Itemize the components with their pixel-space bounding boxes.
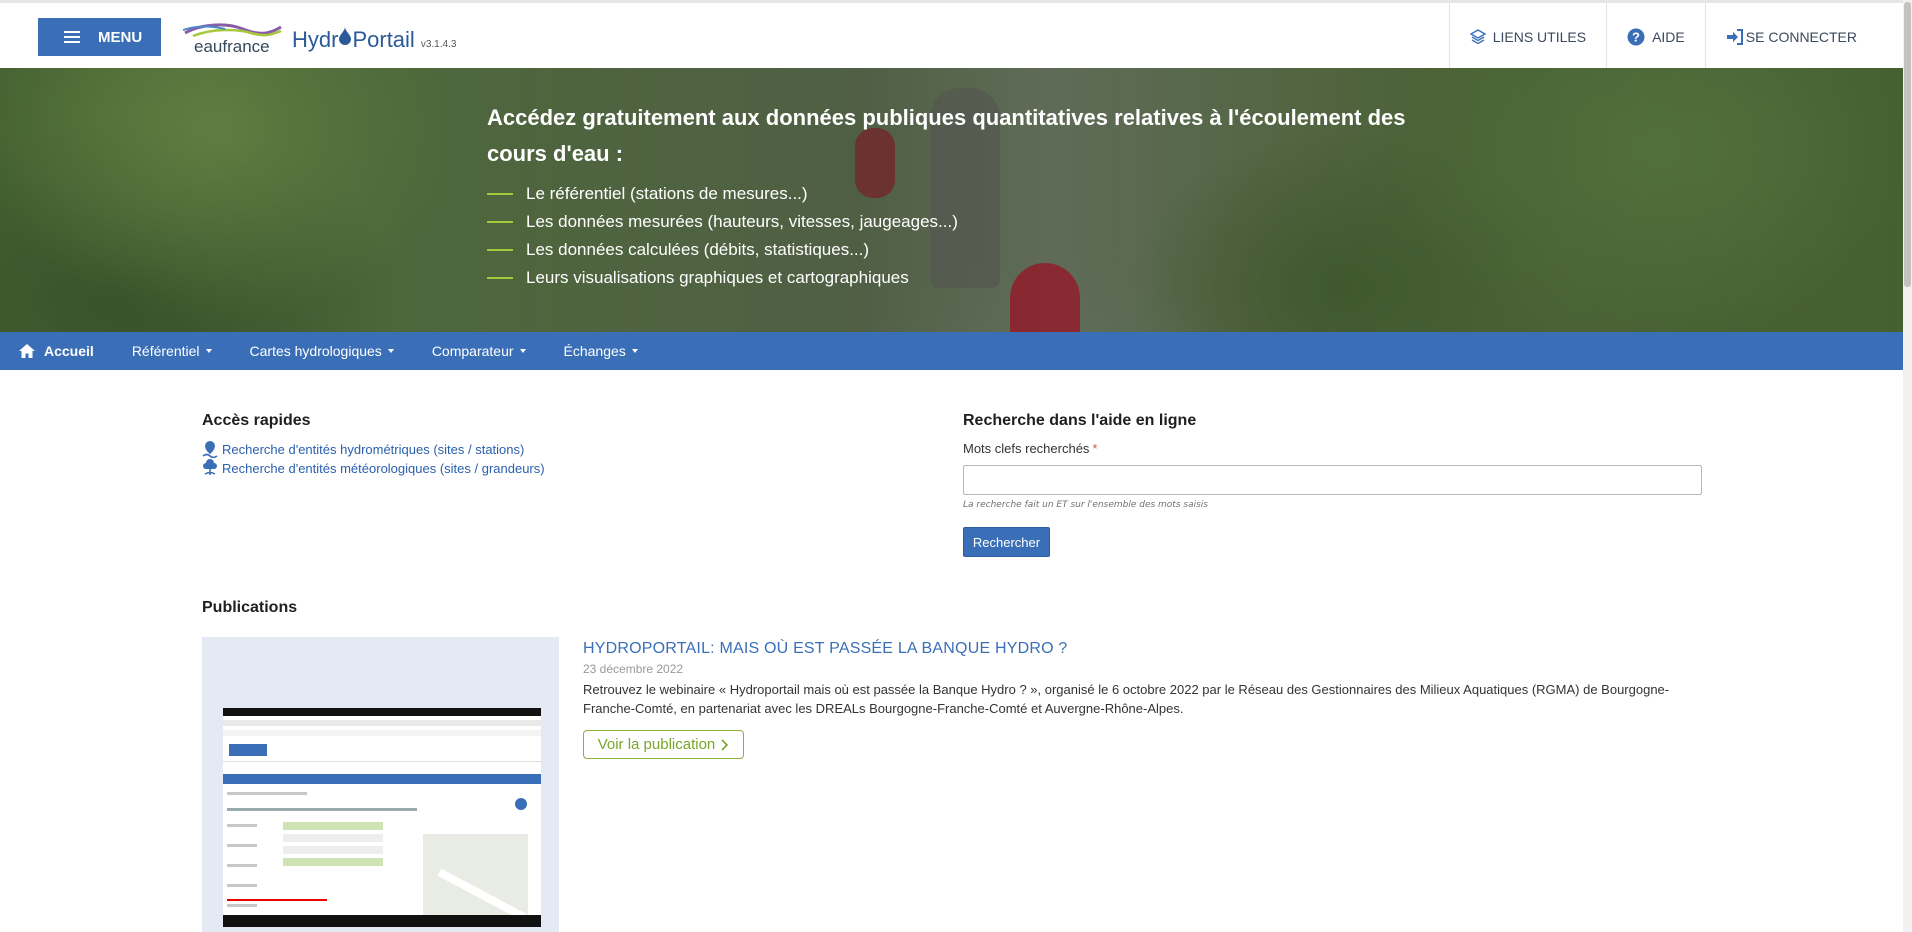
nav-item-label: Cartes hydrologiques — [249, 343, 382, 359]
help-button[interactable]: ? AIDE — [1606, 3, 1705, 71]
video-frame-detail — [283, 858, 383, 866]
banner-heading: Accédez gratuitement aux données publiqu… — [487, 105, 1406, 166]
caret-down-icon — [519, 349, 526, 353]
video-frame-detail — [227, 904, 257, 907]
caret-down-icon — [631, 349, 638, 353]
keywords-label-text: Mots clefs recherchés — [963, 441, 1090, 456]
water-drop-icon — [339, 25, 352, 45]
search-help-note: La recherche fait un ET sur l'ensemble d… — [963, 500, 1208, 510]
video-frame-detail — [223, 774, 541, 784]
login-button[interactable]: SE CONNECTER — [1704, 3, 1903, 71]
hamburger-icon — [64, 31, 80, 43]
video-frame-detail — [283, 846, 383, 854]
banner-list-item: Les données calculées (débits, statistiq… — [487, 236, 958, 264]
nav-item-label: Comparateur — [431, 343, 514, 359]
version-label: v3.1.4.3 — [420, 39, 457, 50]
nav-item-label: Référentiel — [131, 343, 200, 359]
nav-item-referentiel[interactable]: Référentiel — [132, 343, 212, 359]
nav-item-accueil[interactable]: Accueil — [18, 343, 94, 359]
publications-title: Publications — [202, 599, 298, 616]
dash-icon — [487, 277, 513, 279]
video-frame-detail — [283, 822, 383, 830]
chevron-right-icon — [721, 738, 729, 751]
caret-down-icon — [205, 349, 212, 353]
nav-item-cartes-hydrologiques[interactable]: Cartes hydrologiques — [250, 343, 394, 359]
video-frame-detail — [223, 720, 541, 726]
useful-links-button[interactable]: LIENS UTILES — [1448, 3, 1606, 71]
sign-in-icon — [1726, 29, 1744, 45]
quick-link-label: Recherche d'entités météorologiques (sit… — [222, 460, 545, 476]
nav-item-label: Échanges — [563, 343, 626, 359]
keywords-input[interactable] — [963, 465, 1702, 495]
help-search-title: Recherche dans l'aide en ligne — [963, 412, 1197, 429]
cloud-marker-icon — [202, 459, 218, 477]
banner-item-text: Les données calculées (débits, statistiq… — [526, 240, 870, 259]
hydroportail-logo-text-b: Portail — [352, 27, 415, 52]
video-frame-detail — [227, 824, 257, 827]
map-marker-icon — [202, 440, 218, 458]
view-publication-button[interactable]: Voir la publication — [583, 730, 744, 759]
login-label: SE CONNECTER — [1745, 29, 1857, 45]
quick-link-hydrometric[interactable]: Recherche d'entités hydrométriques (site… — [202, 440, 524, 458]
question-circle-icon: ? — [1627, 28, 1645, 46]
quick-access-title: Accès rapides — [202, 412, 311, 429]
video-frame-detail — [227, 808, 417, 811]
help-label: AIDE — [1652, 29, 1685, 45]
layers-icon — [1469, 29, 1486, 45]
video-frame-detail — [227, 884, 257, 887]
eaufrance-logo[interactable]: eaufrance — [183, 21, 283, 57]
video-progress-bar[interactable] — [227, 899, 327, 901]
video-frame-detail — [227, 844, 257, 847]
video-frame-detail — [223, 730, 541, 736]
publication-title-link[interactable]: HYDROPORTAIL: MAIS OÙ EST PASSÉE LA BANQ… — [583, 640, 1068, 658]
quick-link-label: Recherche d'entités hydrométriques (site… — [222, 441, 525, 457]
home-icon — [18, 343, 36, 359]
keywords-label: Mots clefs recherchés * — [963, 441, 1098, 456]
video-frame-detail — [423, 834, 528, 915]
nav-item-echanges[interactable]: Échanges — [564, 343, 638, 359]
required-mark: * — [1092, 441, 1098, 456]
hero-banner: Accédez gratuitement aux données publiqu… — [0, 68, 1903, 332]
video-frame-detail — [227, 792, 307, 795]
banner-list-item: Leurs visualisations graphiques et carto… — [487, 264, 958, 292]
hydroportail-logo[interactable]: Hydr Portail v3.1.4.3 — [292, 27, 456, 53]
quick-link-meteorological[interactable]: Recherche d'entités météorologiques (sit… — [202, 459, 545, 477]
banner-item-text: Leurs visualisations graphiques et carto… — [526, 268, 909, 287]
banner-list: Le référentiel (stations de mesures...) … — [487, 180, 958, 292]
video-frame-detail — [515, 798, 527, 810]
publication-thumbnail[interactable] — [202, 637, 559, 932]
dash-icon — [487, 249, 513, 251]
video-preview[interactable] — [223, 708, 541, 927]
dash-icon — [487, 193, 513, 195]
video-frame-detail — [283, 834, 383, 842]
publication-description: Retrouvez le webinaire « Hydroportail ma… — [583, 682, 1670, 716]
search-button[interactable]: Rechercher — [963, 527, 1050, 557]
hydroportail-logo-text-a: Hydr — [292, 27, 339, 52]
page-scrollbar[interactable] — [1903, 0, 1912, 932]
useful-links-label: LIENS UTILES — [1492, 29, 1587, 45]
video-frame-detail — [227, 864, 257, 867]
eaufrance-logo-text: eaufrance — [194, 37, 270, 56]
top-links: LIENS UTILES ? AIDE SE CONNECTER — [1448, 3, 1903, 71]
scrollbar-thumb[interactable] — [1904, 2, 1911, 287]
main-nav: Accueil Référentiel Cartes hydrologiques… — [0, 332, 1903, 370]
menu-button[interactable]: MENU — [38, 18, 161, 56]
banner-item-text: Le référentiel (stations de mesures...) — [526, 184, 808, 203]
publication-date: 23 décembre 2022 — [583, 662, 684, 676]
top-header: MENU eaufrance Hydr Portail v3.1.4.3 LIE… — [0, 0, 1903, 71]
nav-item-label: Accueil — [44, 343, 94, 359]
caret-down-icon — [387, 349, 394, 353]
view-publication-label: Voir la publication — [597, 736, 716, 753]
nav-item-comparateur[interactable]: Comparateur — [432, 343, 526, 359]
banner-list-item: Le référentiel (stations de mesures...) — [487, 180, 958, 208]
menu-button-label: MENU — [98, 28, 143, 46]
svg-text:?: ? — [1632, 30, 1640, 45]
banner-item-text: Les données mesurées (hauteurs, vitesses… — [526, 212, 958, 231]
video-controls[interactable] — [223, 915, 541, 927]
video-frame-detail — [229, 744, 267, 756]
dash-icon — [487, 221, 513, 223]
banner-list-item: Les données mesurées (hauteurs, vitesses… — [487, 208, 958, 236]
video-frame-detail — [223, 740, 541, 762]
